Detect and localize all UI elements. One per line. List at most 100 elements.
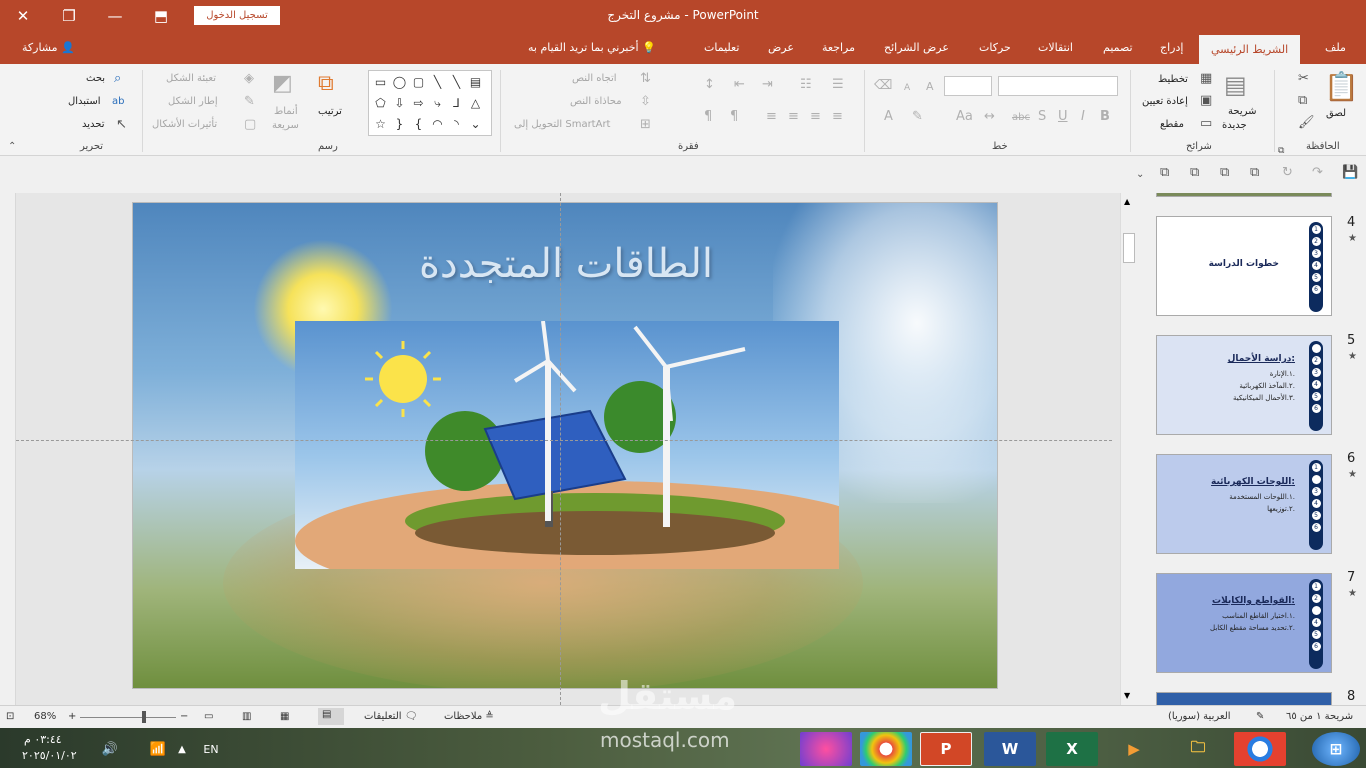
format-painter-icon[interactable]: 🖌 [1298,116,1315,130]
select-button[interactable]: تحديد [82,119,105,130]
brace-right-shape-icon[interactable]: } [390,114,409,134]
align-left-icon[interactable]: ≡ [832,110,843,124]
app-icon[interactable] [800,732,852,766]
zoom-slider[interactable] [80,717,176,718]
section-button[interactable]: مقطع [1160,119,1184,130]
media-player-icon[interactable]: ▶ [1108,732,1160,766]
qa-tool3-icon[interactable]: ⧉ [1190,166,1199,180]
connector-shape-icon[interactable]: ⤷ [428,93,447,113]
justify-icon[interactable]: ≡ [766,110,777,124]
save-icon[interactable]: 💾 [1342,166,1358,180]
slide-thumbnail-6[interactable]: اللوحات الكهربائية: ١.اللوحات المستخدمة.… [1156,454,1332,554]
star-shape-icon[interactable]: ☆ [371,114,390,134]
fit-slide-icon[interactable]: ⊡ [6,711,14,722]
arrange-button[interactable]: ترتيب [318,106,342,117]
colors-app-icon[interactable] [860,732,912,766]
align-center-icon[interactable]: ≡ [810,110,821,124]
shadow-icon[interactable]: S [1038,110,1046,124]
zoom-level[interactable]: 68% [34,711,56,722]
comments-button[interactable]: التعليقات 🗨 [364,711,417,722]
strikethrough-icon[interactable]: abc [1012,111,1030,125]
copy-icon[interactable]: ⧉ [1298,94,1307,108]
tab-design[interactable]: تصميم [1103,32,1133,64]
tell-me-box[interactable]: أخبرني بما تريد القيام به 💡 [528,32,656,64]
smartart-icon[interactable]: ⊞ [640,118,651,132]
change-case-icon[interactable]: Aa [956,110,973,124]
tab-home[interactable]: الشريط الرئيسي [1199,35,1301,64]
smartart-button[interactable]: التحويل إلى SmartArt [514,119,610,130]
slide-sorter-icon[interactable]: ▦ [280,711,289,722]
quick-styles-icon[interactable]: ◩ [272,72,293,96]
rect-shape-icon[interactable]: ▢ [409,72,428,92]
char-spacing-icon[interactable]: ↔ [984,110,995,124]
arc-shape-icon[interactable]: ◠ [428,114,447,134]
word-icon[interactable]: W [984,732,1036,766]
rtl-icon[interactable]: ¶ [730,110,738,124]
reading-view-icon[interactable]: ▥ [242,711,251,722]
tab-file[interactable]: ملف [1325,32,1346,64]
scroll-up-icon[interactable]: ▲ [1124,197,1130,206]
powerpoint-icon[interactable]: P [920,732,972,766]
tab-review[interactable]: مراجعة [822,32,855,64]
paste-icon[interactable]: 📋 [1324,72,1359,102]
brace-left-shape-icon[interactable]: { [409,114,428,134]
font-size-dropdown[interactable] [944,76,992,96]
qa-tool-icon[interactable]: ⧉ [1250,166,1259,180]
slide-thumbnail-4[interactable]: خطوات الدراسة 123456 [1156,216,1332,316]
new-slide-icon[interactable]: ▤ [1224,72,1247,98]
text-direction-icon[interactable]: ⇅ [640,72,651,86]
shape-fill-button[interactable]: تعبئة الشكل [166,73,216,84]
spell-check-icon[interactable]: ✎ [1256,711,1264,722]
language-indicator[interactable]: العربية (سوريا) [1168,711,1231,722]
slide-title[interactable]: الطاقات المتجددة [133,241,997,287]
language-tray[interactable]: EN [196,732,226,766]
customize-qa-icon[interactable]: ⌄ [1136,168,1144,182]
tab-help[interactable]: تعليمات [704,32,739,64]
collapse-ribbon-icon[interactable]: ⌃ [8,140,16,154]
line-spacing-icon[interactable]: ↕ [704,78,715,92]
new-slide-label[interactable]: شريحة [1228,106,1257,117]
ltr-icon[interactable]: ¶ [704,110,712,124]
more-shapes-icon[interactable]: ⌄ [466,114,485,134]
quick-styles-label[interactable]: أنماط [274,106,298,117]
freeform-shape-icon[interactable]: ⬠ [371,93,390,113]
oval-shape-icon[interactable]: ◯ [390,72,409,92]
underline-icon[interactable]: U [1058,110,1068,124]
renewable-energy-photo[interactable] [295,321,839,569]
clock-time[interactable]: ٠٣:٤٤ م [24,733,62,746]
down-arrow-shape-icon[interactable]: ⇩ [390,93,409,113]
network-icon[interactable]: 📶 [146,732,170,766]
qa-tool4-icon[interactable]: ⧉ [1160,166,1169,180]
new-slide-label2[interactable]: جديدة [1222,120,1247,131]
vertical-guide[interactable] [560,193,561,705]
chrome-icon[interactable] [1234,732,1286,766]
line2-shape-icon[interactable]: ╲ [447,72,466,92]
tab-transitions[interactable]: انتقالات [1038,32,1073,64]
font-color-icon[interactable]: A [884,110,893,124]
align-text-button[interactable]: محاذاة النص [570,96,622,107]
share-button[interactable]: مشاركة 👤 [22,32,75,64]
scroll-thumb[interactable] [1123,233,1135,263]
slide-thumbnail-3[interactable] [1156,193,1332,197]
start-button-icon[interactable]: ⊞ [1312,732,1360,766]
font-name-dropdown[interactable] [998,76,1118,96]
editor-scrollbar[interactable]: ▲ ▼ [1120,193,1137,705]
tab-slideshow[interactable]: عرض الشرائح [884,32,949,64]
quick-styles-label2[interactable]: سريعة [272,120,299,131]
increase-font-icon[interactable]: A [926,80,934,94]
replace-button[interactable]: استبدال [68,96,101,107]
tab-animations[interactable]: حركات [979,32,1011,64]
shape-outline-button[interactable]: إطار الشكل [168,96,218,107]
tray-expand-icon[interactable]: ▲ [172,732,192,766]
bullets-icon[interactable]: ☰ [832,78,844,92]
italic-icon[interactable]: I [1081,110,1085,124]
elbow-shape-icon[interactable]: ⅃ [447,93,466,113]
numbering-icon[interactable]: ☷ [800,78,812,92]
rectangle-shape-icon[interactable]: ▭ [371,72,390,92]
paste-button[interactable]: لصق [1326,108,1346,119]
triangle-shape-icon[interactable]: △ [466,93,485,113]
increase-indent-icon[interactable]: ⇥ [762,78,773,92]
decrease-indent-icon[interactable]: ⇤ [734,78,745,92]
layout-button[interactable]: تخطيط [1158,74,1188,85]
right-arrow-shape-icon[interactable]: ⇨ [409,93,428,113]
